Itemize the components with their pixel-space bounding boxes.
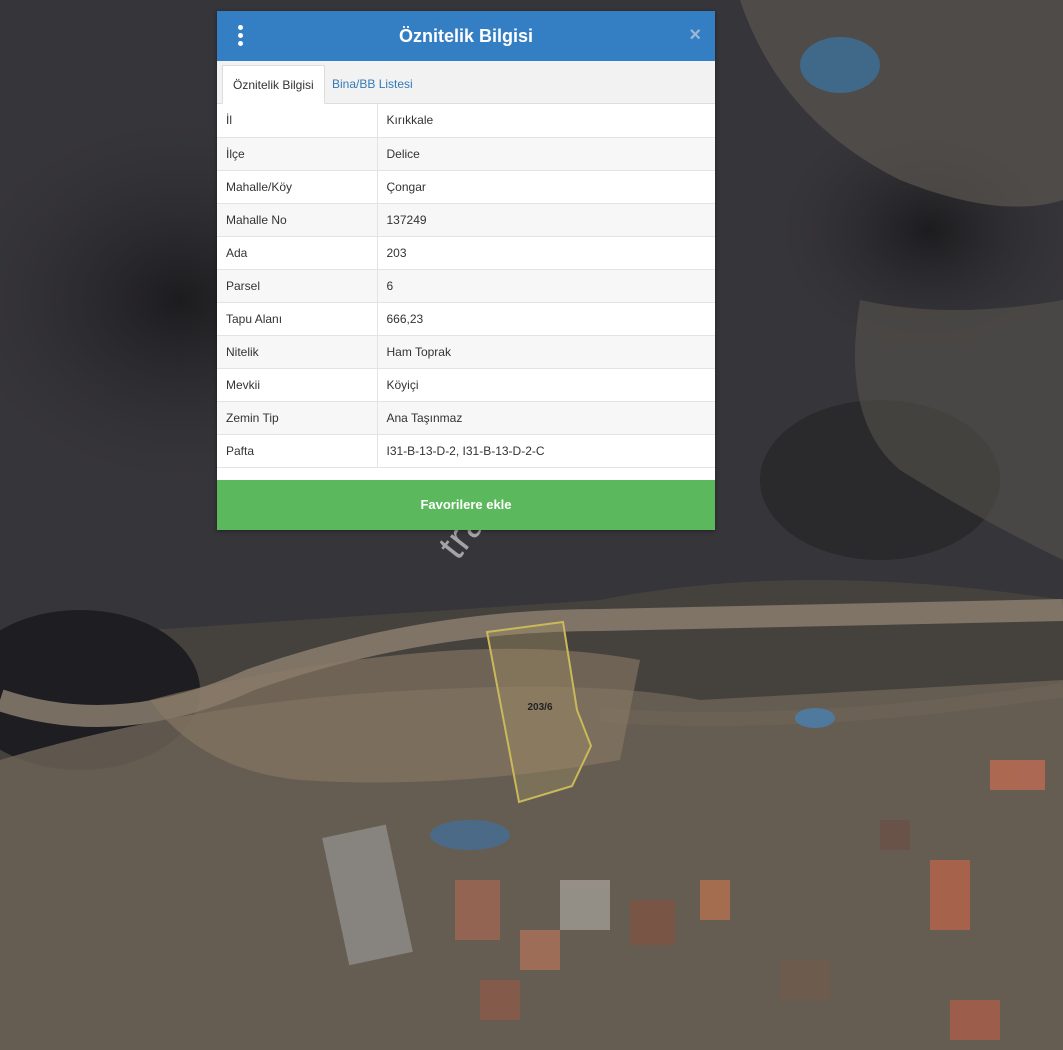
attribute-key: Mahalle No [217,203,378,237]
table-row: Mahalle/Köy Çongar [217,170,715,204]
attribute-key: İl [217,104,378,138]
attribute-key: Mahalle/Köy [217,170,378,204]
attribute-value: 137249 [377,203,715,237]
tab-building-list[interactable]: Bina/BB Listesi [322,65,423,103]
table-row: Mevkii Köyiçi [217,368,715,402]
table-row: Ada 203 [217,236,715,270]
close-icon[interactable]: × [689,25,701,45]
table-row: Zemin Tip Ana Taşınmaz [217,401,715,435]
table-row: Parsel 6 [217,269,715,303]
attribute-key: Ada [217,236,378,270]
attribute-key: Zemin Tip [217,401,378,435]
table-row: Nitelik Ham Toprak [217,335,715,369]
tab-attribute-info[interactable]: Öznitelik Bilgisi [222,65,325,104]
attribute-key: Tapu Alanı [217,302,378,336]
attribute-key: Parsel [217,269,378,303]
attribute-key: İlçe [217,137,378,171]
add-to-favorites-button[interactable]: Favorilere ekle [217,480,715,530]
attribute-value: Çongar [377,170,715,204]
panel-title: Öznitelik Bilgisi [398,26,534,46]
attribute-key: Pafta [217,434,378,468]
attribute-value: Ana Taşınmaz [377,401,715,435]
attribute-table: İl Kırıkkale İlçe Delice Mahalle/Köy Çongar Ma… [217,104,715,468]
attribute-value: 6 [377,269,715,303]
table-row: Tapu Alanı 666,23 [217,302,715,336]
parcel-label: 203/6 [527,702,552,713]
table-row: İlçe Delice [217,137,715,171]
panel-header: Öznitelik Bilgisi × [217,11,715,61]
attribute-value: 203 [377,236,715,270]
attribute-info-panel: Öznitelik Bilgisi × Öznitelik Bilgisi Bi… [217,11,715,530]
panel-tabs: Öznitelik Bilgisi Bina/BB Listesi [217,61,715,104]
attribute-key: Mevkii [217,368,378,402]
attribute-value: 666,23 [377,302,715,336]
attribute-value: Kırıkkale [377,104,715,138]
table-row: İl Kırıkkale [217,104,715,138]
attribute-value: Ham Toprak [377,335,715,369]
attribute-value: Delice [377,137,715,171]
attribute-key: Nitelik [217,335,378,369]
table-row: Pafta I31-B-13-D-2, I31-B-13-D-2-C [217,434,715,468]
attribute-value: I31-B-13-D-2, I31-B-13-D-2-C [377,434,715,468]
attribute-value: Köyiçi [377,368,715,402]
table-row: Mahalle No 137249 [217,203,715,237]
